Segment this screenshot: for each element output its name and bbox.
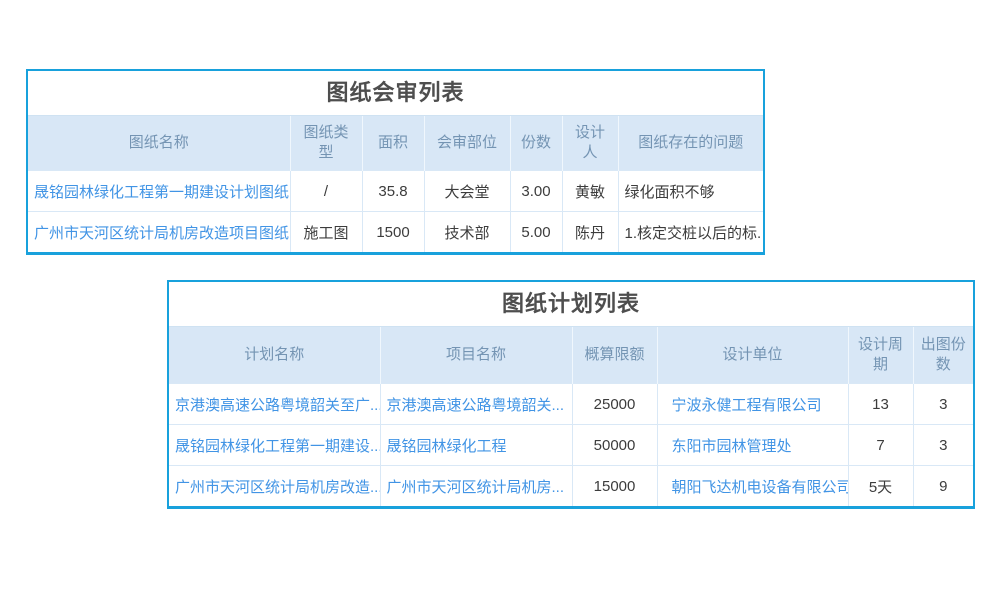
review-table-row: 广州市天河区统计局机房改造项目图纸... 施工图 1500 技术部 5.00 陈… — [28, 212, 763, 253]
page-canvas: 图纸会审列表 图纸名称 图纸类型 面积 会审部位 份数 设计人 图纸存在的问题 — [0, 0, 1000, 600]
project-name-link[interactable]: 广州市天河区统计局机房... — [387, 479, 565, 496]
plan-table-title: 图纸计划列表 — [169, 282, 973, 326]
budget-limit-cell: 25000 — [572, 384, 657, 425]
design-unit-cell: 东阳市园林管理处 — [657, 425, 848, 466]
design-unit-link[interactable]: 朝阳飞达机电设备有限公司 — [672, 479, 849, 496]
design-unit-cell: 朝阳飞达机电设备有限公司 — [657, 466, 848, 507]
plan-name-link[interactable]: 广州市天河区统计局机房改造... — [175, 479, 380, 496]
plan-col-output-copies: 出图份数 — [913, 327, 973, 384]
problems-cell: 绿化面积不够 — [618, 171, 763, 212]
review-col-drawing-name: 图纸名称 — [28, 116, 290, 171]
drawing-type-cell: / — [290, 171, 362, 212]
plan-table-row: 京港澳高速公路粤境韶关至广... 京港澳高速公路粤境韶关... 25000 宁波… — [169, 384, 973, 425]
plan-table-panel: 图纸计划列表 计划名称 项目名称 概算限额 设计单位 设计周期 出图份数 — [167, 280, 975, 509]
review-col-drawing-type: 图纸类型 — [290, 116, 362, 171]
drawing-type-cell: 施工图 — [290, 212, 362, 253]
plan-col-design-unit: 设计单位 — [657, 327, 848, 384]
designer-cell: 陈丹 — [562, 212, 618, 253]
design-unit-link[interactable]: 宁波永健工程有限公司 — [672, 397, 822, 414]
area-cell: 35.8 — [362, 171, 424, 212]
plan-name-link[interactable]: 京港澳高速公路粤境韶关至广... — [175, 397, 380, 414]
design-cycle-cell: 5天 — [848, 466, 913, 507]
plan-col-budget-limit: 概算限额 — [572, 327, 657, 384]
design-cycle-cell: 7 — [848, 425, 913, 466]
design-unit-link[interactable]: 东阳市园林管理处 — [672, 438, 792, 455]
drawing-name-link[interactable]: 晟铭园林绿化工程第一期建设计划图纸 — [34, 184, 289, 201]
plan-col-plan-name: 计划名称 — [169, 327, 380, 384]
output-copies-cell: 9 — [913, 466, 973, 507]
review-table-title: 图纸会审列表 — [28, 71, 763, 115]
review-col-designer: 设计人 — [562, 116, 618, 171]
plan-name-cell: 京港澳高速公路粤境韶关至广... — [169, 384, 380, 425]
budget-limit-cell: 15000 — [572, 466, 657, 507]
review-col-problems: 图纸存在的问题 — [618, 116, 763, 171]
output-copies-cell: 3 — [913, 384, 973, 425]
review-table-panel: 图纸会审列表 图纸名称 图纸类型 面积 会审部位 份数 设计人 图纸存在的问题 — [26, 69, 765, 255]
problems-cell: 1.核定交桩以后的标. — [618, 212, 763, 253]
review-col-copies: 份数 — [510, 116, 562, 171]
plan-col-design-cycle: 设计周期 — [848, 327, 913, 384]
review-location-cell: 技术部 — [424, 212, 510, 253]
project-name-cell: 京港澳高速公路粤境韶关... — [380, 384, 572, 425]
review-table-row: 晟铭园林绿化工程第一期建设计划图纸 / 35.8 大会堂 3.00 黄敏 绿化面… — [28, 171, 763, 212]
plan-col-project-name: 项目名称 — [380, 327, 572, 384]
review-col-review-location: 会审部位 — [424, 116, 510, 171]
drawing-name-cell: 广州市天河区统计局机房改造项目图纸... — [28, 212, 290, 253]
copies-cell: 3.00 — [510, 171, 562, 212]
review-location-cell: 大会堂 — [424, 171, 510, 212]
plan-name-cell: 晟铭园林绿化工程第一期建设... — [169, 425, 380, 466]
drawing-name-link[interactable]: 广州市天河区统计局机房改造项目图纸... — [34, 225, 290, 242]
review-col-area: 面积 — [362, 116, 424, 171]
plan-table: 计划名称 项目名称 概算限额 设计单位 设计周期 出图份数 京港澳高速公路粤境韶… — [169, 326, 973, 506]
project-name-link[interactable]: 京港澳高速公路粤境韶关... — [387, 397, 565, 414]
copies-cell: 5.00 — [510, 212, 562, 253]
plan-name-cell: 广州市天河区统计局机房改造... — [169, 466, 380, 507]
budget-limit-cell: 50000 — [572, 425, 657, 466]
plan-table-row: 广州市天河区统计局机房改造... 广州市天河区统计局机房... 15000 朝阳… — [169, 466, 973, 507]
review-header-row: 图纸名称 图纸类型 面积 会审部位 份数 设计人 图纸存在的问题 — [28, 116, 763, 171]
output-copies-cell: 3 — [913, 425, 973, 466]
project-name-cell: 晟铭园林绿化工程 — [380, 425, 572, 466]
drawing-name-cell: 晟铭园林绿化工程第一期建设计划图纸 — [28, 171, 290, 212]
designer-cell: 黄敏 — [562, 171, 618, 212]
design-unit-cell: 宁波永健工程有限公司 — [657, 384, 848, 425]
plan-header-row: 计划名称 项目名称 概算限额 设计单位 设计周期 出图份数 — [169, 327, 973, 384]
plan-name-link[interactable]: 晟铭园林绿化工程第一期建设... — [175, 438, 380, 455]
project-name-cell: 广州市天河区统计局机房... — [380, 466, 572, 507]
design-cycle-cell: 13 — [848, 384, 913, 425]
plan-table-row: 晟铭园林绿化工程第一期建设... 晟铭园林绿化工程 50000 东阳市园林管理处… — [169, 425, 973, 466]
area-cell: 1500 — [362, 212, 424, 253]
review-table: 图纸名称 图纸类型 面积 会审部位 份数 设计人 图纸存在的问题 晟铭园林绿化工… — [28, 115, 763, 252]
project-name-link[interactable]: 晟铭园林绿化工程 — [387, 438, 507, 455]
